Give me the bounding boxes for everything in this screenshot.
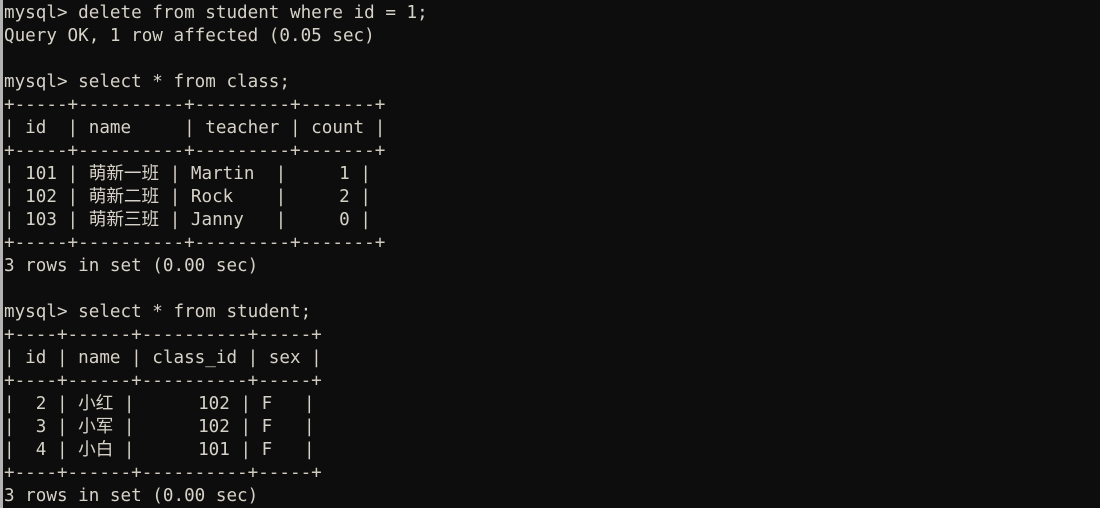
class-table-header-row: | id | name | teacher | count | — [4, 118, 386, 138]
student-table-row-3: | 3 | 小军 | 102 | F | — [4, 417, 315, 437]
class-table-bottom-rule: +-----+----------+---------+-------+ — [4, 233, 386, 253]
class-table-rowcount: 3 rows in set (0.00 sec) — [4, 256, 259, 276]
student-table-rowcount: 3 rows in set (0.00 sec) — [4, 486, 259, 506]
window-left-edge — [0, 0, 3, 508]
terminal-window[interactable]: mysql> delete from student where id = 1;… — [0, 0, 1100, 508]
blank-line-2 — [4, 278, 1100, 301]
blank-line-1 — [4, 48, 1100, 71]
command-line-delete: mysql> delete from student where id = 1; — [4, 3, 428, 23]
class-table-row-101: | 101 | 萌新一班 | Martin | 1 | — [4, 164, 371, 184]
command-line-select-student: mysql> select * from student; — [4, 302, 312, 322]
student-table-header-row: | id | name | class_id | sex | — [4, 348, 322, 368]
command-line-select-class: mysql> select * from class; — [4, 72, 290, 92]
class-table-row-102: | 102 | 萌新二班 | Rock | 2 | — [4, 187, 371, 207]
class-table-top-rule: +-----+----------+---------+-------+ — [4, 95, 386, 115]
student-table-mid-rule: +----+------+----------+-----+ — [4, 371, 322, 391]
result-line-delete: Query OK, 1 row affected (0.05 sec) — [4, 26, 375, 46]
class-table-mid-rule: +-----+----------+---------+-------+ — [4, 141, 386, 161]
student-table-top-rule: +----+------+----------+-----+ — [4, 325, 322, 345]
student-table-bottom-rule: +----+------+----------+-----+ — [4, 463, 322, 483]
student-table-row-4: | 4 | 小白 | 101 | F | — [4, 440, 315, 460]
terminal-output-console[interactable]: mysql> delete from student where id = 1;… — [4, 0, 1100, 508]
student-table-row-2: | 2 | 小红 | 102 | F | — [4, 394, 315, 414]
class-table-row-103: | 103 | 萌新三班 | Janny | 0 | — [4, 210, 371, 230]
